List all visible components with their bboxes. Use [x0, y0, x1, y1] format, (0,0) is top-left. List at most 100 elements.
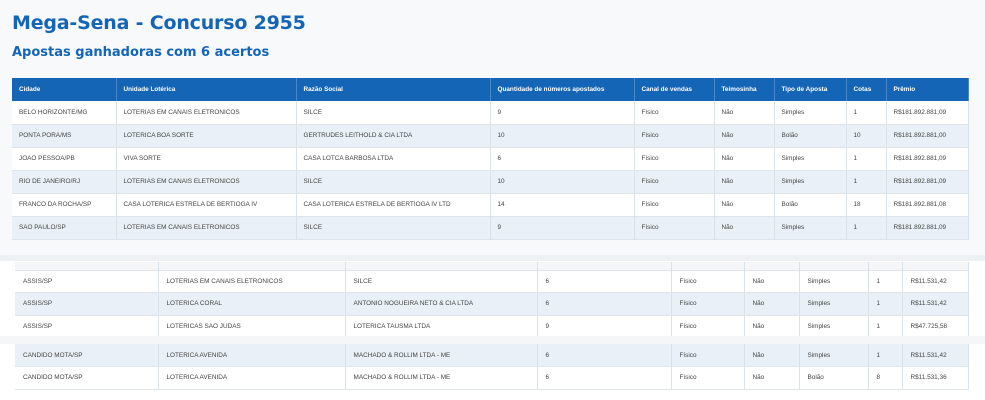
- cell-teimosinha: Não: [744, 292, 800, 316]
- cell-quantidade: 10: [490, 170, 635, 194]
- cell-teimosinha: Não: [714, 147, 775, 171]
- cell-cotas: 1: [846, 147, 887, 171]
- column-header-cotas[interactable]: Cotas: [846, 78, 887, 101]
- cell-tipo-aposta: Simples: [799, 344, 869, 367]
- cell-razao-social: CASA LOTCA BARBOSA LTDA: [296, 147, 491, 171]
- cell-cidade: RIO DE JANEIRO/RJ: [12, 170, 117, 194]
- table-row-partial: [15, 262, 969, 271]
- cell-cotas: 18: [846, 193, 887, 217]
- cell-cidade: ASSIS/SP: [15, 270, 159, 293]
- cell-unidade-loterica: LOTERIAS EM CANAIS ELETRONICOS: [116, 170, 297, 194]
- cell-cidade: ASSIS/SP: [15, 292, 159, 316]
- cell-razao-social: ANTONIO NOGUEIRA NETO & CIA LTDA: [345, 292, 538, 316]
- cell-quantidade: 9: [490, 101, 635, 125]
- cell-unidade-loterica: LOTERICA AVENIDA: [158, 344, 346, 367]
- cell-teimosinha: Não: [744, 344, 800, 367]
- cell-unidade-loterica: CASA LOTERICA ESTRELA DE BERTIOGA IV: [116, 193, 297, 217]
- cell-cidade: SAO PAULO/SP: [12, 216, 117, 240]
- cell-unidade-loterica: VIVA SORTE: [116, 147, 297, 171]
- cell-cidade: JOAO PESSOA/PB: [12, 147, 117, 171]
- column-header-canal[interactable]: Canal de vendas: [634, 78, 715, 101]
- section-divider: [0, 336, 985, 344]
- cell-premio: R$47.725,58: [902, 315, 969, 338]
- column-header-tipo-aposta[interactable]: Tipo de Aposta: [774, 78, 847, 101]
- winners-table-fragment: ASSIS/SP LOTERIAS EM CANAIS ELETRONICOS SI…: [15, 262, 969, 338]
- table-header-row: Cidade Unidade Lotérica Razão Social Qua…: [12, 78, 969, 101]
- cell-tipo-aposta: Simples: [774, 216, 847, 240]
- cell-unidade-loterica: LOTERICA CORAL: [158, 292, 346, 316]
- cell-quantidade: 6: [490, 147, 635, 171]
- cell-teimosinha: Não: [714, 101, 775, 125]
- cell-unidade-loterica: LOTERIAS EM CANAIS ELETRONICOS: [116, 216, 297, 240]
- cell-cotas: 10: [846, 124, 887, 148]
- cell-canal: Físico: [634, 216, 715, 240]
- cell-teimosinha: Não: [744, 315, 800, 338]
- cell-teimosinha: Não: [714, 216, 775, 240]
- table-row: CANDIDO MOTA/SP LOTERICA AVENIDA MACHADO &…: [15, 344, 969, 367]
- cell-tipo-aposta: Bolão: [774, 124, 847, 148]
- cell-tipo-aposta: Simples: [774, 101, 847, 125]
- table-row: SAO PAULO/SP LOTERIAS EM CANAIS ELETRONIC…: [12, 216, 969, 240]
- cell-cotas: 1: [846, 170, 887, 194]
- cell-canal: Físico: [671, 270, 745, 293]
- cell-tipo-aposta: Simples: [799, 292, 869, 316]
- section-divider: [0, 255, 985, 261]
- cell-canal: Físico: [634, 147, 715, 171]
- cell-unidade-loterica: LOTERICA AVENIDA: [158, 366, 346, 390]
- cell-teimosinha: Não: [714, 124, 775, 148]
- table-row: JOAO PESSOA/PB VIVA SORTE CASA LOTCA BARBO…: [12, 147, 969, 171]
- cell-canal: Físico: [671, 292, 745, 316]
- winners-table-fragment: CANDIDO MOTA/SP LOTERICA AVENIDA MACHADO &…: [15, 344, 969, 390]
- cell-premio: R$181.892.881,09: [886, 147, 969, 171]
- cell-cotas: 1: [846, 101, 887, 125]
- cell-quantidade: 9: [490, 216, 635, 240]
- cell-cidade: PONTA PORA/MS: [12, 124, 117, 148]
- cell-canal: Físico: [634, 170, 715, 194]
- cell-tipo-aposta: Simples: [774, 170, 847, 194]
- column-header-quantidade[interactable]: Quantidade de números apostados: [490, 78, 635, 101]
- cell-cotas: 1: [846, 216, 887, 240]
- column-header-cidade[interactable]: Cidade: [12, 78, 117, 101]
- table-row: ASSIS/SP LOTERICAS SAO JUDAS LOTERICA TAUS…: [15, 315, 969, 338]
- table-row: ASSIS/SP LOTERIAS EM CANAIS ELETRONICOS SI…: [15, 270, 969, 293]
- cell-quantidade: 6: [537, 366, 672, 390]
- cell-unidade-loterica: LOTERIAS EM CANAIS ELETRONICOS: [116, 101, 297, 125]
- cell-cotas: 1: [868, 344, 903, 367]
- cell-premio: R$181.892.881,09: [886, 170, 969, 194]
- cell-tipo-aposta: Simples: [799, 315, 869, 338]
- cell-razao-social: MACHADO & ROLLIM LTDA - ME: [345, 344, 538, 367]
- cell-quantidade: 14: [490, 193, 635, 217]
- cell-premio: R$11.531,36: [902, 366, 969, 390]
- cell-premio: R$181.892.881,09: [886, 216, 969, 240]
- table-row: FRANCO DA ROCHA/SP CASA LOTERICA ESTRELA …: [12, 193, 969, 217]
- table-row: RIO DE JANEIRO/RJ LOTERIAS EM CANAIS ELET…: [12, 170, 969, 194]
- cell-unidade-loterica: LOTERICAS SAO JUDAS: [158, 315, 346, 338]
- cell-razao-social: CASA LOTERICA ESTRELA DE BERTIOGA IV LTD: [296, 193, 491, 217]
- cell-razao-social: GERTRUDES LEITHOLD & CIA LTDA: [296, 124, 491, 148]
- cell-tipo-aposta: Bolão: [774, 193, 847, 217]
- page-subtitle: Apostas ganhadoras com 6 acertos: [12, 45, 270, 60]
- cell-tipo-aposta: Simples: [774, 147, 847, 171]
- cell-cidade: BELO HORIZONTE/MG: [12, 101, 117, 125]
- column-header-razao-social[interactable]: Razão Social: [296, 78, 491, 101]
- cell-canal: Físico: [671, 315, 745, 338]
- page-title: Mega-Sena - Concurso 2955: [12, 12, 306, 34]
- column-header-teimosinha[interactable]: Teimosinha: [714, 78, 775, 101]
- cell-premio: R$181.892.881,09: [886, 101, 969, 125]
- cell-cotas: 1: [868, 315, 903, 338]
- cell-teimosinha: Não: [714, 170, 775, 194]
- cell-canal: Físico: [634, 193, 715, 217]
- cell-quantidade: 10: [490, 124, 635, 148]
- winners-table: Cidade Unidade Lotérica Razão Social Qua…: [12, 78, 969, 240]
- cell-canal: Físico: [671, 344, 745, 367]
- table-row: PONTA PORA/MS LOTERICA BOA SORTE GERTRUDES…: [12, 124, 969, 148]
- column-header-unidade-loterica[interactable]: Unidade Lotérica: [116, 78, 297, 101]
- cell-quantidade: 6: [537, 344, 672, 367]
- cell-unidade-loterica: LOTERIAS EM CANAIS ELETRONICOS: [158, 270, 346, 293]
- cell-premio: R$181.892.881,08: [886, 193, 969, 217]
- cell-premio: R$11.531,42: [902, 292, 969, 316]
- cell-canal: Físico: [634, 124, 715, 148]
- cell-razao-social: MACHADO & ROLLIM LTDA - ME: [345, 366, 538, 390]
- column-header-premio[interactable]: Prêmio: [886, 78, 969, 101]
- cell-tipo-aposta: Bolão: [799, 366, 869, 390]
